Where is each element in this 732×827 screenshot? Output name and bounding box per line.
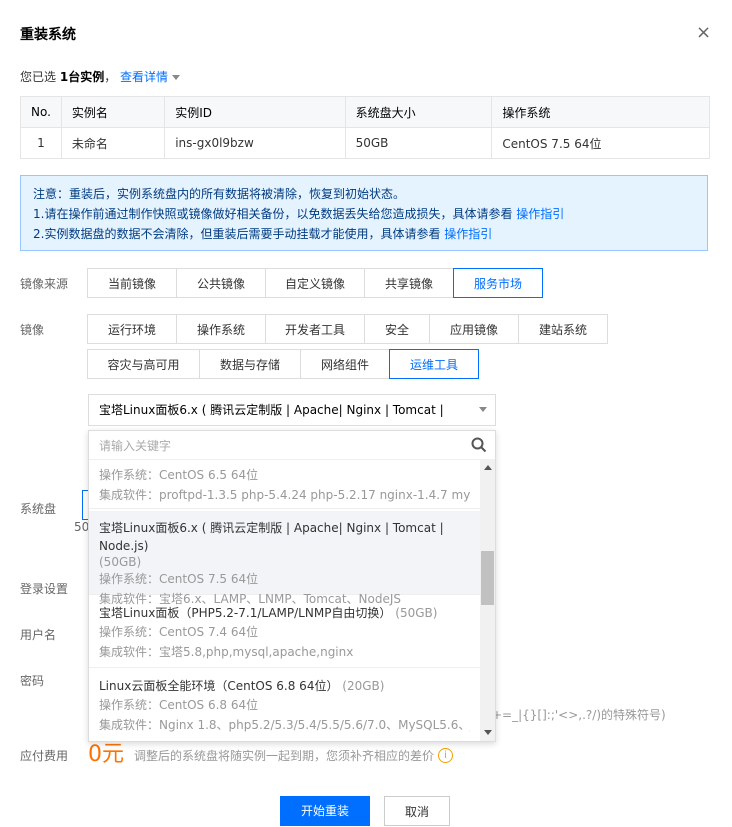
list-item[interactable]: 操作系统：CentOS 6.5 64位 集成软件：proftpd-1.3.5 p… xyxy=(89,461,480,509)
cell-id: ins-gx0l9bzw xyxy=(164,127,346,159)
scroll-up-icon[interactable] xyxy=(484,465,492,470)
image-category-row-1: 运行环境 操作系统 开发者工具 安全 应用镜像 建站系统 xyxy=(87,314,608,344)
dialog-title: 重装系统 xyxy=(20,27,76,43)
col-disk: 系统盘大小 xyxy=(344,96,493,128)
tab-current-image[interactable]: 当前镜像 xyxy=(87,268,177,298)
tab-runtime[interactable]: 运行环境 xyxy=(87,314,177,344)
col-id: 实例ID xyxy=(164,96,346,128)
guide-link-2[interactable]: 操作指引 xyxy=(444,227,492,241)
selection-count: 1台实例 xyxy=(59,70,105,84)
fee-note: 调整后的系统盘将随实例一起到期，您须补齐相应的差价 xyxy=(134,749,435,763)
guide-link-1[interactable]: 操作指引 xyxy=(516,207,564,221)
tab-os[interactable]: 操作系统 xyxy=(176,314,266,344)
image-source-label: 镜像来源 xyxy=(20,277,69,291)
cell-no: 1 xyxy=(20,127,62,159)
notice-line-2: 1.请在操作前通过制作快照或镜像做好相关备份，以免数据丢失给您造成损失，具体请参… xyxy=(33,207,565,221)
tab-ops-tools[interactable]: 运维工具 xyxy=(389,349,479,379)
tab-marketplace[interactable]: 服务市场 xyxy=(453,268,543,298)
cell-os: CentOS 7.5 64位 xyxy=(491,127,710,159)
scroll-down-icon[interactable] xyxy=(484,730,492,735)
tab-shared-image[interactable]: 共享镜像 xyxy=(364,268,454,298)
username-label: 用户名 xyxy=(20,628,57,642)
notice-line-1: 注意：重装后，实例系统盘内的所有数据将被清除，恢复到初始状态。 xyxy=(33,187,406,201)
image-category-row-2: 容灾与高可用 数据与存储 网络组件 运维工具 xyxy=(87,349,479,379)
image-source-tabs: 当前镜像 公共镜像 自定义镜像 共享镜像 服务市场 xyxy=(87,268,543,298)
list-item[interactable]: 宝塔Linux面板6.x ( 腾讯云定制版 | Apache| Nginx | … xyxy=(89,511,480,606)
search-icon[interactable] xyxy=(471,437,487,453)
chevron-down-icon xyxy=(479,407,487,412)
tab-website[interactable]: 建站系统 xyxy=(518,314,608,344)
fee-label: 应付费用 xyxy=(20,749,69,763)
tab-disaster-recovery[interactable]: 容灾与高可用 xyxy=(87,349,200,379)
search-input[interactable]: 请输入关键字 xyxy=(99,437,171,454)
image-dropdown: 请输入关键字 操作系统：CentOS 6.5 64位 集成软件：proftpd-… xyxy=(88,430,496,742)
password-hint: +=_|{}[]:;'<>,.?/)的特殊符号) xyxy=(492,708,666,722)
password-label: 密码 xyxy=(20,674,45,688)
selection-suffix: ， xyxy=(104,70,117,84)
tab-network[interactable]: 网络组件 xyxy=(300,349,390,379)
notice-line-3: 2.实例数据盘的数据不会清除，但重装后需要手动挂载才能使用，具体请参看 操作指引 xyxy=(33,227,493,241)
selection-summary: 您已选 1台实例， 查看详情 xyxy=(20,68,181,85)
info-icon[interactable]: i xyxy=(438,748,453,763)
dropdown-search[interactable]: 请输入关键字 xyxy=(89,431,495,460)
col-name: 实例名 xyxy=(60,96,166,128)
instance-table: No. 实例名 实例ID 系统盘大小 操作系统 1 未命名 ins-gx0l9b… xyxy=(20,96,710,159)
system-disk-label: 系统盘 xyxy=(20,502,57,516)
list-item[interactable]: 宝塔Linux面板（PHP5.2-7.1/LAMP/LNMP自由切换） (50G… xyxy=(89,596,480,668)
tab-public-image[interactable]: 公共镜像 xyxy=(176,268,266,298)
tab-custom-image[interactable]: 自定义镜像 xyxy=(265,268,365,298)
tab-security[interactable]: 安全 xyxy=(364,314,430,344)
cell-name: 未命名 xyxy=(60,127,166,159)
list-item[interactable]: Linux云面板全能环境（CentOS 6.8 64位） (20GB) 操作系统… xyxy=(89,669,480,741)
table-header-row: No. 实例名 实例ID 系统盘大小 操作系统 xyxy=(20,96,710,128)
tab-devtools[interactable]: 开发者工具 xyxy=(265,314,365,344)
cell-disk: 50GB xyxy=(344,127,493,159)
warning-notice: 注意：重装后，实例系统盘内的所有数据将被清除，恢复到初始状态。 1.请在操作前通… xyxy=(20,175,708,251)
tab-app-image[interactable]: 应用镜像 xyxy=(429,314,519,344)
image-select[interactable]: 宝塔Linux面板6.x ( 腾讯云定制版 | Apache| Nginx | … xyxy=(88,394,496,447)
chevron-down-icon[interactable] xyxy=(172,75,181,80)
login-settings-label: 登录设置 xyxy=(20,582,69,596)
col-os: 操作系统 xyxy=(491,96,710,128)
view-details-link[interactable]: 查看详情 xyxy=(120,70,168,84)
start-reinstall-button[interactable]: 开始重装 xyxy=(280,796,370,826)
close-icon[interactable]: × xyxy=(696,24,711,42)
scrollbar-thumb[interactable] xyxy=(481,551,494,605)
table-row: 1 未命名 ins-gx0l9bzw 50GB CentOS 7.5 64位 xyxy=(20,127,710,159)
image-label: 镜像 xyxy=(20,323,45,337)
dropdown-scrollbar[interactable] xyxy=(480,459,495,741)
cancel-button[interactable]: 取消 xyxy=(384,796,450,826)
col-no: No. xyxy=(20,96,62,128)
selection-prefix: 您已选 xyxy=(20,70,57,84)
tab-data-storage[interactable]: 数据与存储 xyxy=(199,349,301,379)
